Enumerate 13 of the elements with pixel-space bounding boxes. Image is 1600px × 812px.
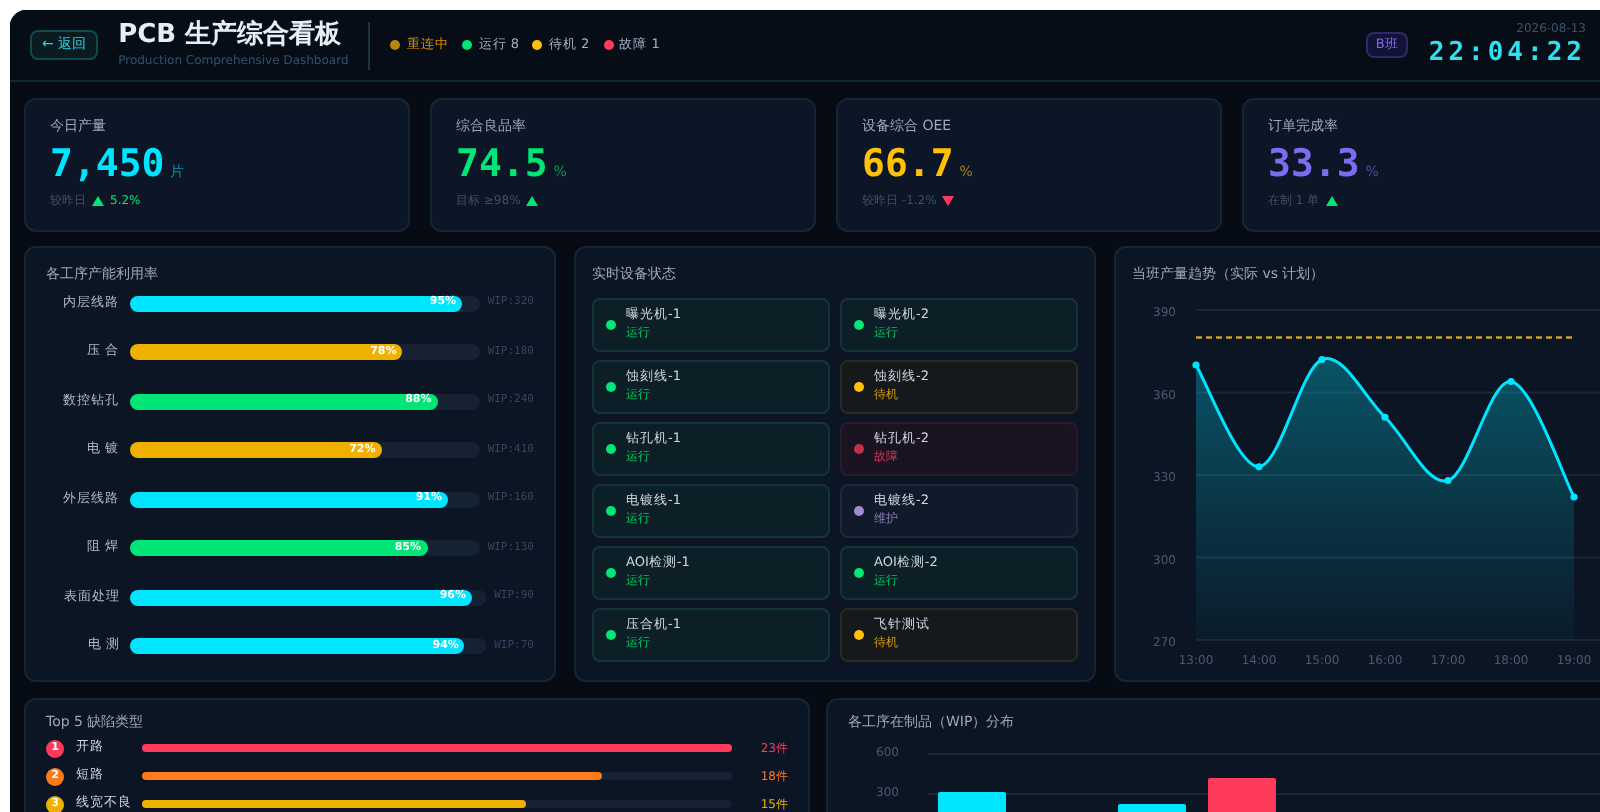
clock-time: 22:04:22	[1428, 38, 1586, 68]
kpi-value: 66.7	[862, 141, 954, 185]
kpi-value: 7,450	[50, 141, 165, 185]
data-point	[1507, 376, 1515, 385]
data-point	[1255, 462, 1263, 470]
data-point	[1381, 412, 1389, 420]
data-point	[1318, 354, 1326, 363]
kpi-value: 33.3	[1268, 141, 1360, 185]
kpi-value: 74.5	[456, 141, 548, 185]
dashboard-title: PCB 生产综合看板	[118, 20, 344, 52]
data-point	[1570, 492, 1578, 500]
data-point	[1444, 475, 1452, 484]
data-point	[1192, 360, 1200, 368]
